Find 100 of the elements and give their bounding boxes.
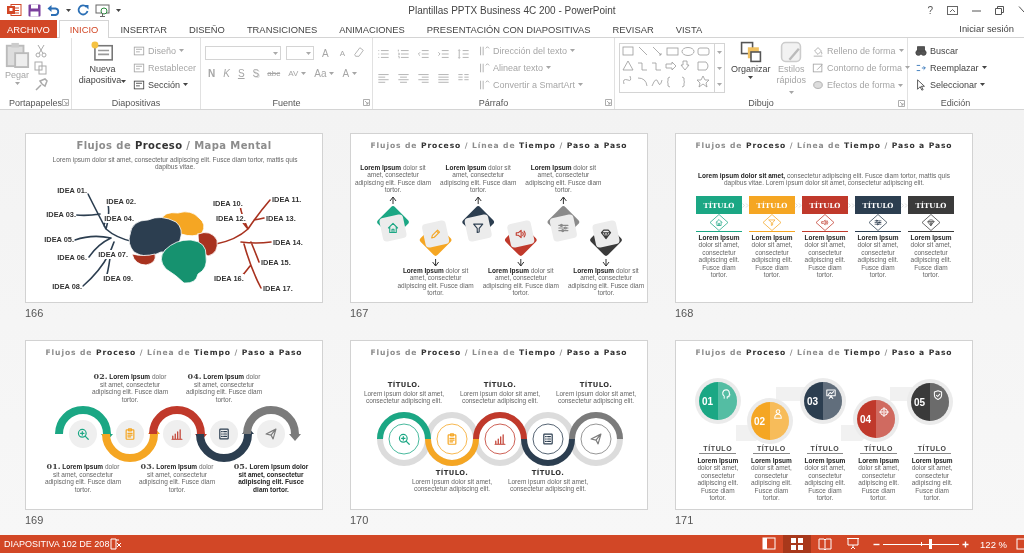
ribbon-tab[interactable]: VISTA (664, 20, 714, 38)
scissors-icon (34, 43, 48, 58)
slide-number: 169 (25, 513, 45, 528)
caret-icon (66, 8, 71, 12)
slide-thumbnail[interactable] (350, 340, 648, 510)
new-slide-button[interactable]: Nueva diapositiva (76, 41, 129, 96)
slide-thumbnail[interactable] (25, 133, 323, 303)
home-icon (715, 219, 723, 226)
decrease-indent-icon (417, 48, 430, 60)
pointer-icon (517, 258, 525, 267)
zoom-slider[interactable] (883, 538, 960, 550)
slide-thumbnail[interactable] (675, 340, 973, 510)
font-name-field[interactable] (205, 46, 281, 60)
slide-title: Flujos de Proceso / Mapa Mental (75, 140, 273, 151)
pen-icon (812, 62, 825, 74)
caret-icon (898, 49, 904, 53)
diamond-icon (927, 219, 935, 226)
normal-view-icon (762, 537, 777, 551)
caret-icon (981, 66, 987, 69)
bar-chart-icon (494, 434, 506, 445)
zoom-level[interactable]: 122 % (980, 538, 1007, 550)
home-icon (387, 222, 399, 234)
shape-effects-icon (812, 79, 825, 92)
icon-circle (580, 423, 612, 455)
arrange-button[interactable]: Organizar (731, 41, 771, 97)
caret-icon (14, 82, 20, 85)
replace-button[interactable]: Reemplazar (915, 61, 987, 74)
ribbon-tab[interactable]: ANIMACIONES (328, 20, 416, 38)
undo-icon[interactable] (47, 4, 60, 16)
paper-plane-icon (590, 433, 602, 445)
ribbon-tab[interactable]: TRANSICIONES (235, 20, 329, 38)
chevron-icon (795, 202, 802, 208)
line-spacing-icon (457, 48, 470, 60)
caret-icon (717, 50, 722, 54)
find-button[interactable]: Buscar (915, 44, 987, 57)
group-label: Edición (940, 97, 971, 108)
restore-icon[interactable] (995, 5, 1004, 15)
ribbon-tab[interactable]: PRESENTACIÓN CON DIAPOSITIVAS (415, 20, 602, 38)
save-icon[interactable] (28, 3, 41, 17)
circle-highlight (876, 400, 895, 438)
circle-highlight (770, 402, 789, 440)
icon-tile (463, 213, 493, 243)
app-logo-icon[interactable] (6, 3, 22, 17)
arrange-icon (739, 41, 762, 63)
icon-circle (210, 420, 238, 448)
icon-circle (388, 423, 420, 455)
icon-circle (532, 423, 564, 455)
caret-icon (898, 83, 904, 87)
new-slide-icon (89, 41, 116, 63)
slide-counter: DIAPOSITIVA 102 DE 208 (3, 539, 110, 549)
ribbon-tab[interactable]: INSERTAR (109, 20, 178, 38)
sliders-icon (874, 219, 882, 226)
reset-icon (132, 61, 145, 74)
pointer-icon (389, 196, 397, 205)
person-icon (774, 409, 782, 419)
cursor-icon (915, 78, 927, 91)
file-tab[interactable]: ARCHIVO (0, 20, 57, 38)
caret-icon (717, 82, 722, 86)
bullets-icon (377, 48, 390, 60)
icon-circle (257, 420, 285, 448)
help-button[interactable]: ? (927, 4, 933, 16)
slide-number: 166 (25, 306, 45, 321)
funnel-icon (473, 223, 484, 234)
slider-thumb[interactable] (928, 539, 932, 549)
slideshow-icon[interactable] (95, 3, 110, 17)
slide-thumbnail[interactable] (350, 133, 648, 303)
chevron-icon (901, 202, 908, 208)
icon-tile (506, 219, 536, 249)
section-button[interactable]: Sección (132, 78, 196, 91)
step-number: 03 (807, 396, 819, 407)
ribbon-display-icon[interactable] (947, 5, 958, 15)
zoom-in-icon[interactable] (962, 540, 970, 548)
ribbon-tab[interactable]: DISEÑO (177, 20, 236, 38)
slide-thumbnail[interactable] (25, 340, 323, 510)
icon-tile (421, 219, 450, 249)
layout-icon (132, 44, 145, 57)
chevron-icon (742, 202, 749, 208)
font-size-field[interactable] (286, 46, 314, 60)
ribbon-tab[interactable]: INICIO (58, 20, 110, 38)
ribbon-tab[interactable]: REVISAR (601, 20, 665, 38)
group-label: Portapapeles (8, 97, 62, 108)
caret-icon (578, 83, 584, 86)
caret-icon (329, 72, 335, 75)
redo-icon[interactable] (77, 4, 89, 16)
slide-thumbnail[interactable] (675, 133, 973, 303)
head-icon (722, 389, 731, 399)
chevron-icon (848, 202, 855, 208)
slide-sorter-button[interactable] (783, 535, 812, 553)
select-button[interactable]: Seleccionar (915, 78, 987, 91)
caret-icon (273, 51, 278, 55)
proofing-icon[interactable] (110, 538, 122, 550)
binoculars-icon (915, 44, 927, 57)
caret-icon (179, 49, 184, 52)
slide-number: 167 (350, 306, 370, 321)
close-icon[interactable] (1018, 5, 1024, 15)
caret-icon (116, 8, 121, 12)
fit-to-window-icon[interactable] (1016, 538, 1024, 550)
pointer-icon (432, 258, 440, 267)
bar-chart-icon (171, 429, 183, 440)
sign-in-link[interactable]: Iniciar sesión (959, 20, 1024, 37)
